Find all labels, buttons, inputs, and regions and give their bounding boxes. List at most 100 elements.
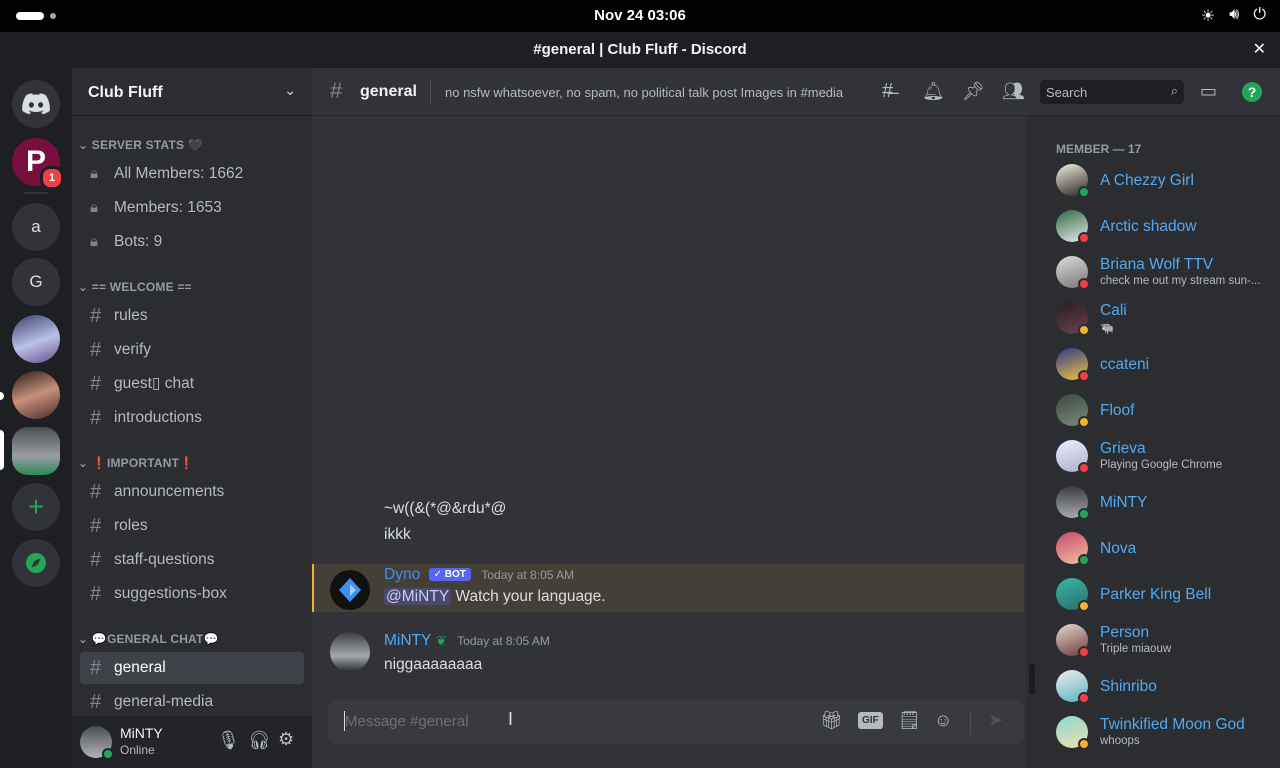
server-header[interactable]: Club Fluff ⌄ [72, 68, 312, 116]
brightness-icon[interactable]: ☀ [1201, 6, 1215, 26]
hash-icon: # [90, 549, 102, 571]
member-item[interactable]: Briana Wolf TTV check me out my stream s… [1048, 250, 1272, 294]
hash-icon: # [90, 657, 102, 679]
category-server-stats[interactable]: ⌄ SERVER STATS 🖤 [78, 138, 203, 152]
power-icon[interactable]: ⏻ [1253, 6, 1266, 26]
member-list-icon[interactable]: 👥︎ [1002, 81, 1025, 102]
avatar[interactable] [330, 632, 370, 672]
member-item[interactable]: Arctic shadow [1048, 204, 1272, 248]
hash-icon: # [90, 515, 102, 537]
settings-gear-icon[interactable]: ⚙ [278, 729, 294, 750]
member-activity: 🐃 [1100, 323, 1115, 335]
member-item[interactable]: Person Triple miaouw [1048, 618, 1272, 662]
channel-bots[interactable]: 🔒︎ Bots: 9 [80, 226, 304, 258]
message-text: Watch your language. [451, 588, 606, 605]
message-timestamp: Today at 8:05 AM [481, 568, 575, 582]
member-item[interactable]: Cali 🐃 [1048, 296, 1272, 340]
highlighted-message[interactable]: Dyno ✓ BOT Today at 8:05 AM @MiNTY Watch… [312, 564, 1024, 612]
microphone-icon[interactable]: 🎙︎ [217, 730, 240, 751]
member-item[interactable]: ccateni [1048, 342, 1272, 386]
search-input[interactable]: Search ⌕ [1040, 80, 1184, 104]
member-name: Grieva [1100, 440, 1146, 457]
member-item[interactable]: MiNTY [1048, 480, 1272, 524]
channel-guest-chat[interactable]: # guest▯ chat [80, 368, 304, 400]
message-timestamp: Today at 8:05 AM [457, 634, 550, 648]
notification-bell-icon[interactable]: 🔔︎ [922, 81, 945, 102]
server-p[interactable]: P 1 [12, 138, 64, 190]
channel-verify[interactable]: # verify [80, 334, 304, 366]
channel-all-members[interactable]: 🔒︎ All Members: 1662 [80, 158, 304, 190]
scrollbar-thumb[interactable] [1029, 664, 1035, 694]
username[interactable]: MiNTY [120, 725, 163, 741]
online-status-icon [1078, 554, 1090, 566]
category-welcome[interactable]: ⌄ == WELCOME == [78, 280, 192, 294]
message-composer[interactable]: Message #general I 🎁︎ GIF 🗒︎ ☺ ➤ [328, 700, 1024, 744]
online-status-icon [102, 748, 114, 760]
category-general-chat[interactable]: ⌄ 💬GENERAL CHAT💬 [78, 632, 219, 646]
dnd-status-icon [1078, 692, 1090, 704]
channel-general-media[interactable]: # general-media [80, 686, 304, 718]
member-activity: check me out my stream sun-... [1100, 275, 1261, 287]
server-separator [24, 192, 48, 194]
compass-icon [26, 553, 46, 573]
headphones-icon[interactable]: 🎧︎ [248, 730, 271, 751]
system-clock[interactable]: Nov 24 03:06 [0, 7, 1280, 24]
hash-icon: # [90, 583, 102, 605]
close-icon[interactable]: ✕ [1253, 32, 1266, 68]
pin-icon[interactable]: 📌︎ [962, 81, 985, 102]
member-name: Briana Wolf TTV [1100, 256, 1214, 273]
channel-suggestions-box[interactable]: # suggestions-box [80, 578, 304, 610]
category-important[interactable]: ⌄ ❗IMPORTANT❗ [78, 456, 194, 470]
channel-staff-questions[interactable]: # staff-questions [80, 544, 304, 576]
hash-icon: # [90, 305, 102, 327]
message-author[interactable]: Dyno [384, 566, 420, 583]
sticker-icon[interactable]: 🗒︎ [898, 710, 921, 731]
idle-status-icon [1078, 324, 1090, 336]
unread-pill [0, 392, 4, 400]
member-item[interactable]: Grieva Playing Google Chrome [1048, 434, 1272, 478]
volume-icon[interactable]: 🔊︎ [1229, 6, 1239, 26]
channel-roles[interactable]: # roles [80, 510, 304, 542]
threads-icon[interactable]: #̶ [882, 80, 893, 103]
inbox-icon[interactable]: ▭ [1200, 81, 1217, 102]
member-item[interactable]: Floof [1048, 388, 1272, 432]
anime-character-avatar[interactable] [12, 371, 60, 419]
member-item[interactable]: Parker King Bell [1048, 572, 1272, 616]
send-icon[interactable]: ➤ [988, 710, 1003, 731]
user-mention[interactable]: @MiNTY [384, 588, 452, 605]
add-server-icon[interactable]: + [12, 483, 60, 531]
hash-icon: # [330, 78, 343, 103]
member-name: MiNTY [1100, 494, 1148, 511]
member-activity: Playing Google Chrome [1100, 459, 1223, 471]
koala-avatar[interactable] [12, 427, 60, 475]
channel-general[interactable]: # general [80, 652, 304, 684]
message[interactable]: MiNTY ❦ Today at 8:05 AM niggaaaaaaaa [312, 626, 1024, 678]
member-item[interactable]: Shinribo [1048, 664, 1272, 708]
explore-button[interactable] [12, 539, 60, 587]
anime-girl-avatar[interactable] [12, 315, 60, 363]
system-tray[interactable]: ☀ 🔊︎ ⏻ [1201, 6, 1266, 26]
server-g[interactable]: G [12, 258, 60, 306]
chevron-down-icon[interactable]: ⌄ [284, 82, 296, 99]
home-button[interactable] [12, 80, 60, 128]
server-a[interactable]: a [12, 203, 60, 251]
chat-area: # general no nsfw whatsoever, no spam, n… [312, 68, 1280, 768]
gift-icon[interactable]: 🎁︎ [820, 710, 843, 731]
message-text: ~w((&(*@&rdu*@ [384, 500, 507, 517]
channel-members[interactable]: 🔒︎ Members: 1653 [80, 192, 304, 224]
member-item[interactable]: Twinkified Moon God whoops [1048, 710, 1272, 754]
leaf-badge-icon: ❦ [435, 633, 447, 648]
emoji-icon[interactable]: ☺ [934, 710, 952, 731]
channel-topic[interactable]: no nsfw whatsoever, no spam, no politica… [445, 85, 843, 100]
member-item[interactable]: Nova [1048, 526, 1272, 570]
message-author[interactable]: MiNTY [384, 632, 431, 649]
system-top-bar: Nov 24 03:06 ☀ 🔊︎ ⏻ [0, 0, 1280, 32]
help-icon[interactable]: ? [1242, 82, 1262, 102]
channel-announcements[interactable]: # announcements [80, 476, 304, 508]
gif-button[interactable]: GIF [858, 712, 883, 729]
dyno-avatar[interactable] [330, 570, 370, 610]
message-input[interactable]: Message #general [345, 713, 468, 730]
channel-introductions[interactable]: # introductions [80, 402, 304, 434]
member-item[interactable]: A Chezzy Girl [1048, 158, 1272, 202]
channel-rules[interactable]: # rules [80, 300, 304, 332]
